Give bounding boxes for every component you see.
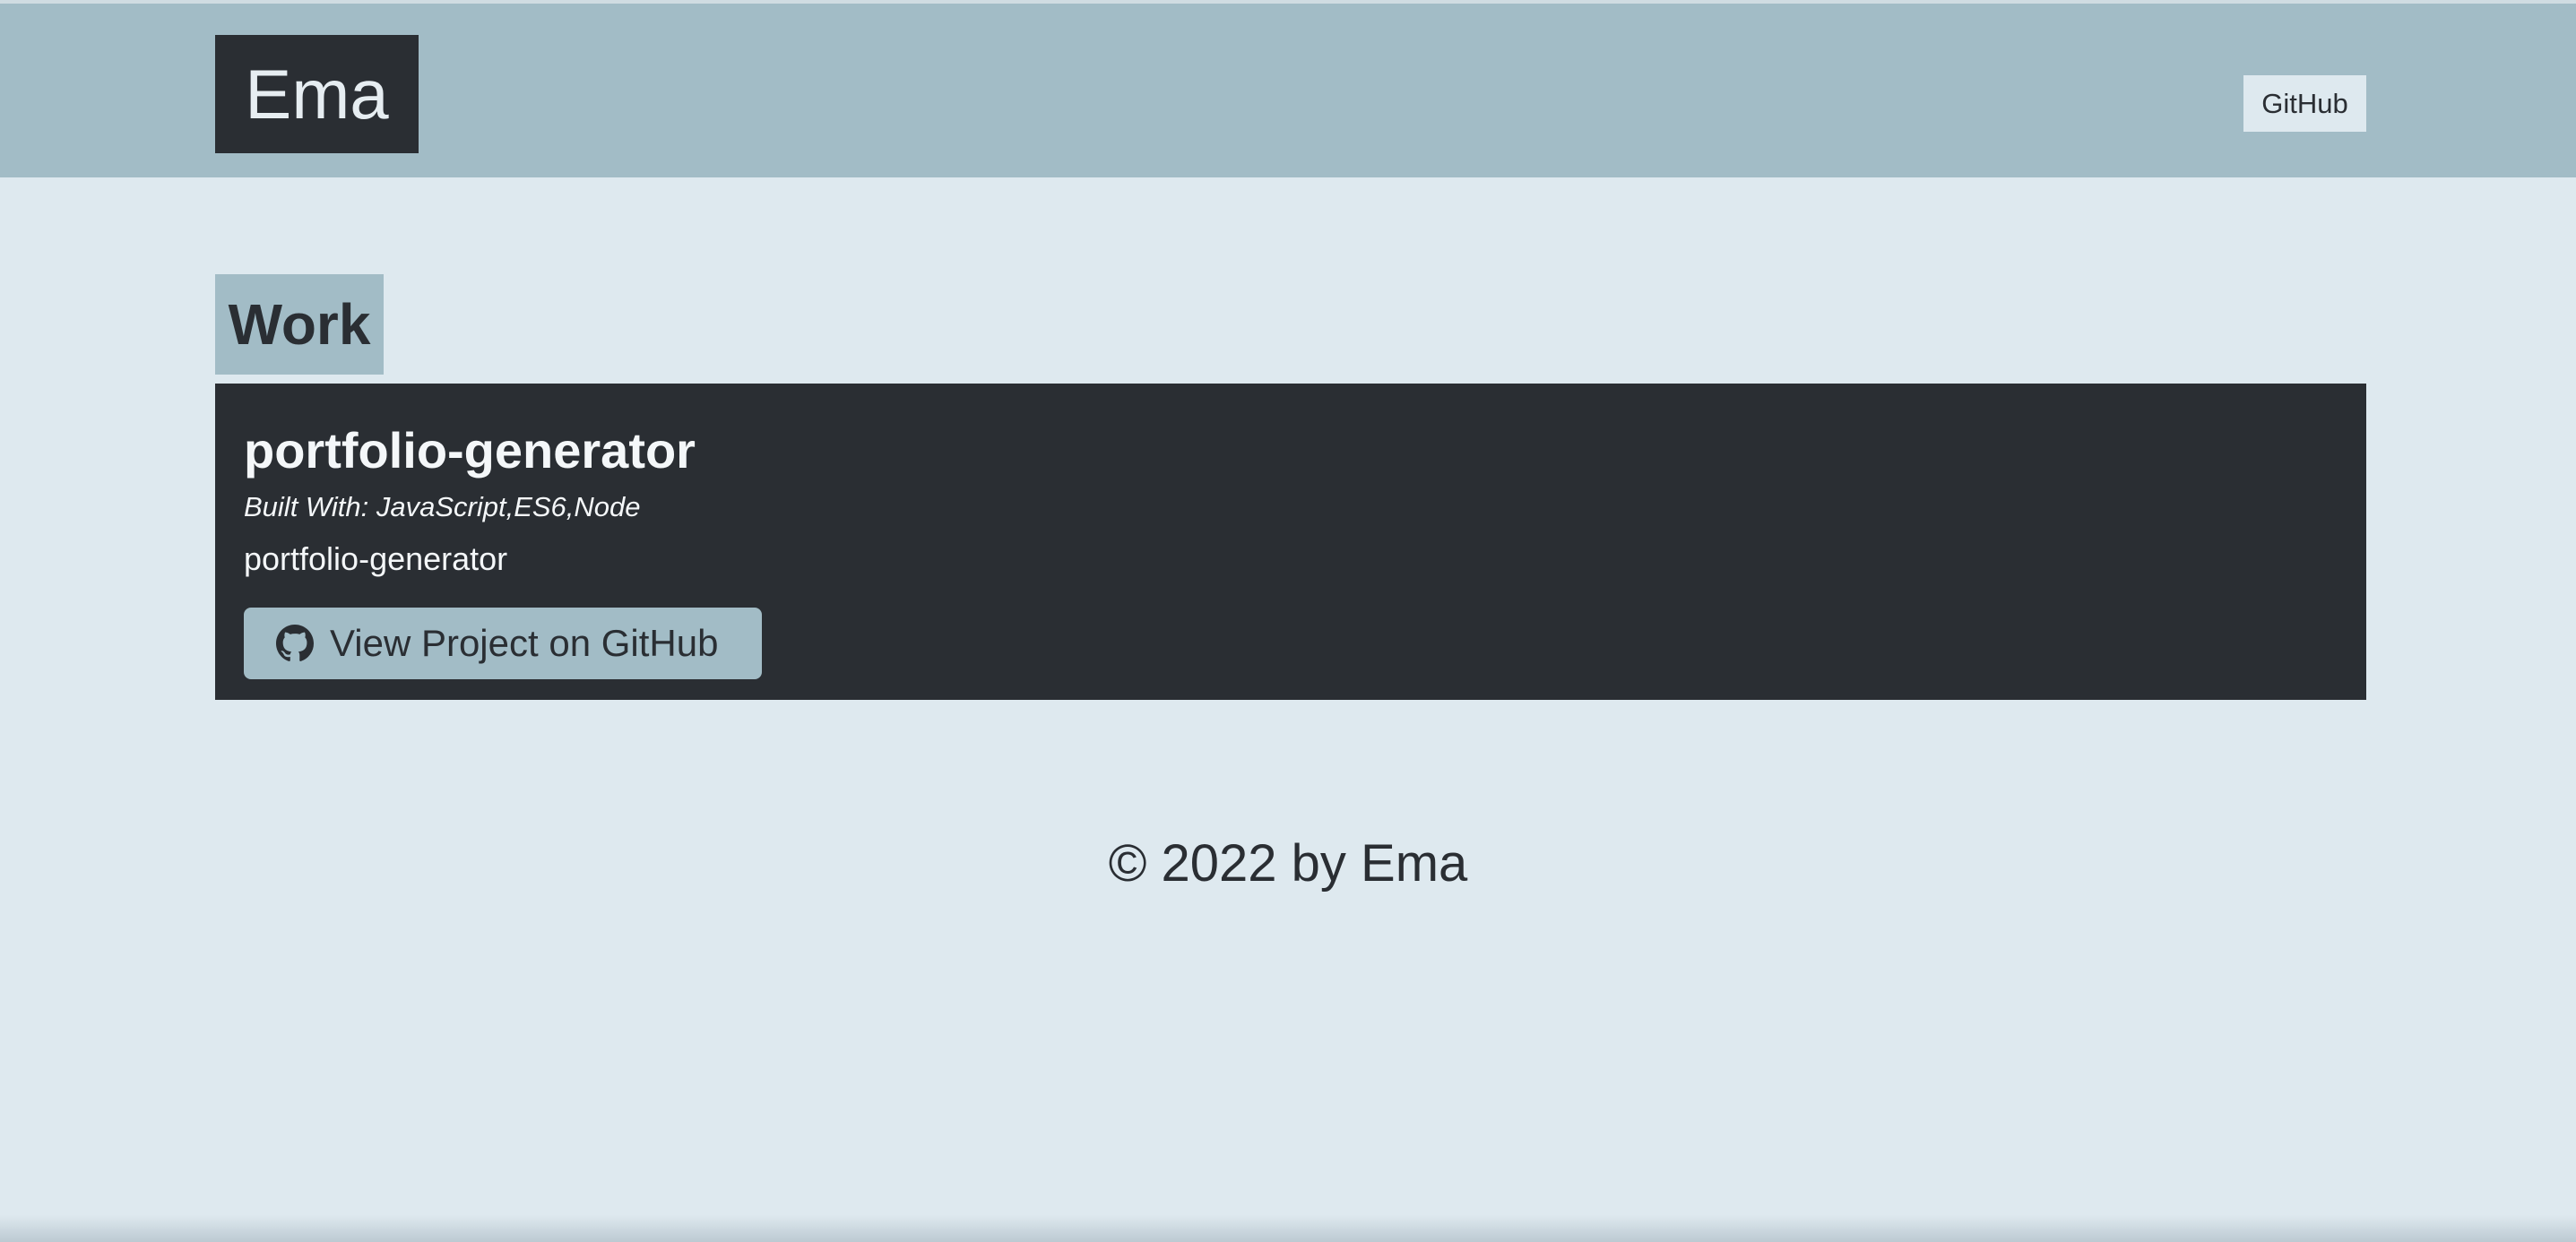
work-section-title: Work: [215, 274, 384, 375]
copyright-text: © 2022 by Ema: [1108, 834, 1468, 893]
site-footer: © 2022 by Ema: [0, 833, 2576, 893]
project-card: portfolio-generator Built With: JavaScri…: [215, 384, 2366, 700]
github-nav-link[interactable]: GitHub: [2243, 75, 2366, 132]
site-header: Ema GitHub: [0, 0, 2576, 177]
view-project-button[interactable]: View Project on GitHub: [244, 608, 762, 679]
window-bottom-shadow: [0, 1215, 2576, 1242]
view-project-button-label: View Project on GitHub: [330, 622, 719, 664]
project-built-with: Built With: JavaScript,ES6,Node: [244, 491, 641, 522]
github-icon: [276, 625, 314, 662]
site-logo[interactable]: Ema: [215, 35, 419, 153]
project-description: portfolio-generator: [244, 540, 508, 577]
project-title: portfolio-generator: [244, 422, 696, 479]
